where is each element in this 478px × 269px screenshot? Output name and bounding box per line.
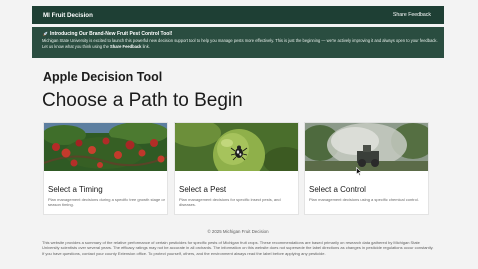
page-title: Apple Decision Tool [43,70,163,84]
card-title: Select a Pest [179,185,227,194]
banner-title-row: Introducing Our Brand-New Fruit Pest Con… [42,31,438,37]
insect-on-apple-photo [175,123,298,171]
rocket-icon [42,31,48,37]
card-title: Select a Timing [48,185,103,194]
site-brand[interactable]: MI Fruit Decision [43,12,93,19]
card-title: Select a Control [309,185,366,194]
card-description: Plan management decisions during a speci… [48,197,165,208]
card-description: Plan management decisions for specific i… [179,197,281,208]
footer-copyright: © 2025 Michigan Fruit Decision [207,229,269,234]
top-navbar: MI Fruit Decision Share Feedback [32,6,444,24]
share-feedback-link[interactable]: Share Feedback [393,12,431,18]
announcement-banner: Introducing Our Brand-New Fruit Pest Con… [32,27,444,58]
select-timing-card[interactable]: Select a Timing Plan management decision… [43,122,168,215]
banner-text-end: link. [142,43,150,49]
banner-title: Introducing Our Brand-New Fruit Pest Con… [50,31,173,37]
card-description: Plan management decisions using a specif… [309,197,419,202]
footer-disclaimer: This website provides a summary of the r… [42,240,434,256]
banner-message: Michigan State University is excited to … [42,38,438,49]
mouse-cursor-icon [356,167,362,176]
orchard-sprayer-photo [305,123,428,171]
apple-tree-photo [44,123,167,171]
page-heading: Choose a Path to Begin [42,90,243,111]
select-pest-card[interactable]: Select a Pest Plan management decisions … [174,122,299,215]
banner-text-main: Michigan State University is excited to … [42,38,438,49]
banner-feedback-mention: Share Feedback [110,43,142,49]
select-control-card[interactable]: Select a Control Plan management decisio… [304,122,429,215]
